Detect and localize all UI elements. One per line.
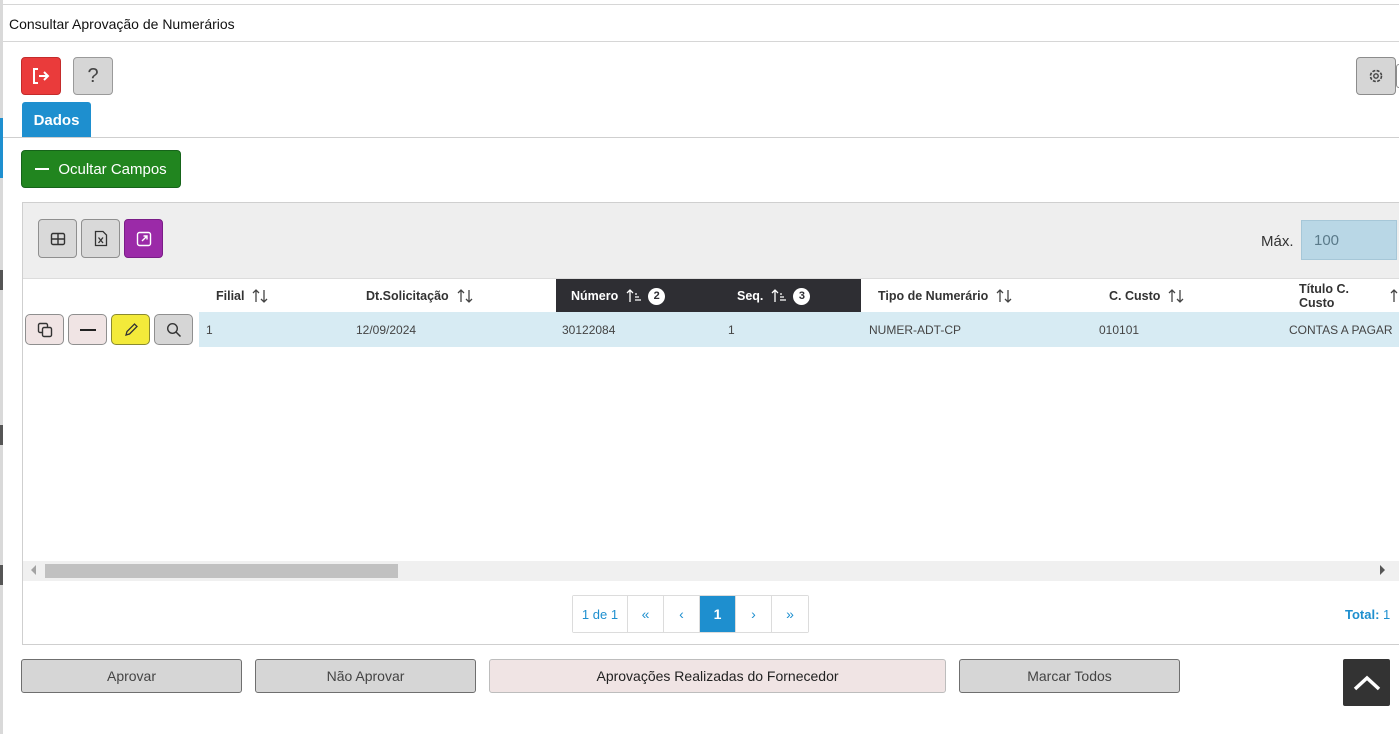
- table-header: Filial Dt.Solicitação Número 2 Seq. 3 Ti…: [23, 278, 1399, 313]
- column-label: Dt.Solicitação: [366, 289, 449, 303]
- column-header-dt-solicitacao[interactable]: Dt.Solicitação: [366, 279, 474, 313]
- max-label: Máx.: [1261, 233, 1294, 250]
- column-header-tipo-numerario[interactable]: Tipo de Numerário: [878, 279, 1013, 313]
- cell-titulo-c-custo: CONTAS A PAGAR: [1289, 322, 1393, 337]
- sort-order-badge: 2: [648, 287, 666, 305]
- column-label: Seq.: [737, 289, 764, 303]
- hide-fields-label: Ocultar Campos: [58, 160, 167, 178]
- copy-icon: [37, 322, 52, 337]
- cell-tipo-numerario: NUMER-ADT-CP: [869, 322, 961, 337]
- first-page-button[interactable]: «: [628, 596, 664, 632]
- minus-icon: [35, 168, 50, 170]
- sort-order-badge: 3: [793, 287, 811, 305]
- cell-numero: 30122084: [562, 322, 616, 337]
- column-label: Filial: [216, 289, 245, 303]
- results-panel: Máx. Filial Dt.Solicitação Número 2 Seq.: [22, 202, 1399, 645]
- sort-icon: [251, 288, 269, 304]
- gear-icon: [1369, 69, 1383, 83]
- max-input[interactable]: [1301, 220, 1397, 260]
- column-header-numero[interactable]: Número 2: [556, 279, 722, 313]
- remove-row-button[interactable]: [68, 314, 107, 345]
- expand-button[interactable]: [124, 219, 163, 258]
- cell-c-custo: 010101: [1099, 322, 1140, 337]
- grid-layout-icon: [50, 232, 65, 245]
- total-count: Total: 1: [1345, 607, 1390, 622]
- edit-row-button[interactable]: [111, 314, 150, 345]
- sort-icon: [1389, 288, 1399, 304]
- exit-button[interactable]: [21, 57, 61, 95]
- view-row-button[interactable]: [154, 314, 193, 345]
- table-row[interactable]: 1 12/09/2024 30122084 1 NUMER-ADT-CP 010…: [23, 312, 1399, 347]
- pencil-icon: [124, 322, 138, 336]
- total-label: Total:: [1345, 607, 1380, 622]
- tab-dados-label: Dados: [33, 111, 80, 129]
- next-page-button[interactable]: ›: [736, 596, 772, 632]
- last-page-button[interactable]: »: [772, 596, 808, 632]
- column-header-c-custo[interactable]: C. Custo: [1109, 279, 1185, 313]
- column-label: Número: [571, 289, 619, 303]
- scroll-to-top-button[interactable]: [1343, 659, 1390, 706]
- expand-icon: [136, 231, 151, 246]
- scrollbar-thumb[interactable]: [45, 564, 398, 578]
- sign-out-icon: [33, 68, 50, 84]
- left-edge-mark: [0, 270, 3, 290]
- column-label: Título C. Custo: [1299, 282, 1349, 310]
- sort-icon: [456, 288, 474, 304]
- grid-toolbar: Máx.: [23, 203, 1399, 278]
- copy-row-button[interactable]: [25, 314, 64, 345]
- hide-fields-button[interactable]: Ocultar Campos: [21, 150, 181, 188]
- cell-dt-solicitacao: 12/09/2024: [356, 322, 417, 337]
- row-actions: [23, 312, 199, 347]
- scroll-left-arrow-icon[interactable]: [31, 565, 36, 575]
- prev-page-button[interactable]: ‹: [664, 596, 700, 632]
- sort-asc-icon: [625, 288, 643, 304]
- mark-all-button[interactable]: Marcar Todos: [959, 659, 1180, 693]
- pagination: 1 de 1 « ‹ 1 › »: [572, 595, 809, 633]
- scroll-right-arrow-icon[interactable]: [1380, 565, 1385, 575]
- sort-asc-icon: [770, 288, 788, 304]
- column-header-filial[interactable]: Filial: [216, 279, 269, 313]
- chevron-up-icon: [1353, 675, 1380, 690]
- reject-button[interactable]: Não Aprovar: [255, 659, 476, 693]
- column-header-titulo-c-custo[interactable]: Título C. Custo: [1299, 279, 1399, 313]
- left-edge-mark: [0, 118, 3, 178]
- left-edge-mark: [0, 425, 3, 445]
- cell-filial: 1: [206, 322, 213, 337]
- title-bar: Consultar Aprovação de Numerários: [3, 5, 1399, 42]
- left-edge: [0, 0, 3, 734]
- excel-export-button[interactable]: [81, 219, 120, 258]
- cell-seq: 1: [728, 322, 735, 337]
- grid-layout-button[interactable]: [38, 219, 77, 258]
- excel-export-icon: [94, 230, 107, 247]
- tabs-divider: [3, 137, 1399, 138]
- search-icon: [166, 322, 181, 337]
- page-title: Consultar Aprovação de Numerários: [9, 16, 235, 32]
- page-info: 1 de 1: [573, 596, 628, 632]
- tab-dados[interactable]: Dados: [22, 102, 91, 138]
- page-1-button[interactable]: 1: [700, 596, 736, 632]
- supplier-approvals-button[interactable]: Aprovações Realizadas do Fornecedor: [489, 659, 946, 693]
- sort-icon: [1167, 288, 1185, 304]
- column-label: C. Custo: [1109, 289, 1161, 303]
- total-value: 1: [1383, 607, 1391, 622]
- column-label: Tipo de Numerário: [878, 289, 989, 303]
- left-edge-mark: [0, 565, 3, 585]
- settings-button[interactable]: [1356, 57, 1396, 95]
- column-header-seq[interactable]: Seq. 3: [722, 279, 861, 313]
- horizontal-scrollbar[interactable]: [23, 561, 1399, 581]
- help-icon: ?: [87, 64, 99, 87]
- approve-button[interactable]: Aprovar: [21, 659, 242, 693]
- sort-icon: [995, 288, 1013, 304]
- help-button[interactable]: ?: [73, 57, 113, 95]
- minus-icon: [79, 328, 96, 331]
